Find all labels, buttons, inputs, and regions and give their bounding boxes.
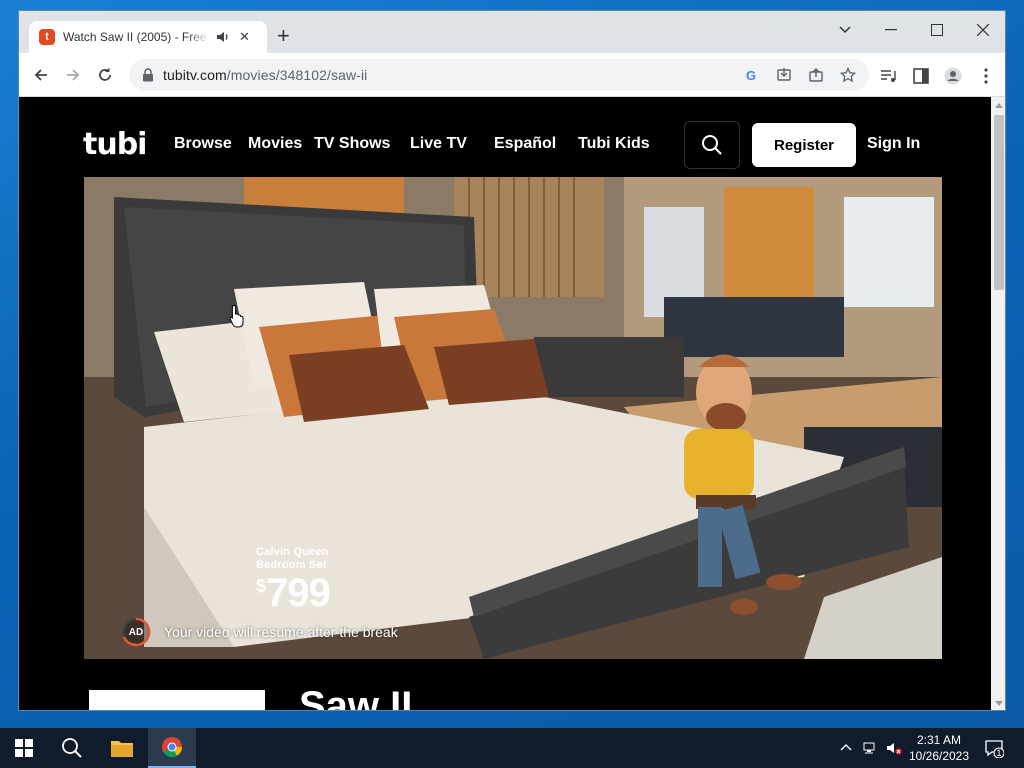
- clock-date: 10/26/2023: [908, 749, 970, 763]
- scroll-thumb[interactable]: [994, 115, 1004, 290]
- tab-search-icon[interactable]: [822, 15, 868, 45]
- nav-tubi-kids[interactable]: Tubi Kids: [578, 135, 650, 153]
- movie-poster[interactable]: [89, 690, 265, 710]
- google-translate-icon[interactable]: G: [744, 67, 760, 83]
- share-icon[interactable]: [808, 67, 824, 83]
- nav-tv-shows[interactable]: TV Shows: [314, 135, 390, 153]
- tubi-logo[interactable]: tubi: [83, 127, 147, 162]
- windows-logo-icon: [15, 739, 33, 757]
- nav-espanol[interactable]: Español: [494, 135, 556, 153]
- register-button[interactable]: Register: [752, 123, 856, 167]
- volume-muted-icon[interactable]: [886, 740, 902, 756]
- nav-movies[interactable]: Movies: [248, 135, 302, 153]
- tubi-page: tubi Browse Movies TV Shows Live TV Espa…: [19, 97, 991, 711]
- more-menu-icon[interactable]: [977, 67, 995, 85]
- browser-tab[interactable]: t Watch Saw II (2005) - Free M ✕: [29, 21, 267, 53]
- windows-taskbar: 2:31 AM 10/26/2023 1: [0, 728, 1024, 768]
- tab-strip: t Watch Saw II (2005) - Free M ✕ +: [19, 11, 1005, 53]
- side-panel-icon[interactable]: [912, 67, 930, 85]
- search-icon: [702, 135, 722, 155]
- forward-icon[interactable]: [61, 63, 85, 87]
- tab-close-icon[interactable]: ✕: [239, 29, 250, 45]
- ad-badge-label: AD: [128, 626, 144, 638]
- ad-caption: Calvin Queen Bedroom Set $ 799: [256, 546, 331, 615]
- tubi-favicon-icon: t: [39, 29, 55, 45]
- chrome-taskbar-button[interactable]: [148, 728, 196, 768]
- browser-window: t Watch Saw II (2005) - Free M ✕ + tubit…: [18, 10, 1006, 711]
- ad-product-line-2: Bedroom Set: [256, 559, 327, 571]
- system-clock[interactable]: 2:31 AM 10/26/2023: [904, 732, 974, 764]
- back-icon[interactable]: [29, 63, 53, 87]
- start-button[interactable]: [0, 728, 48, 768]
- page-scrollbar[interactable]: [991, 97, 1005, 710]
- tab-title: Watch Saw II (2005) - Free M: [63, 30, 209, 44]
- ad-product-line-1: Calvin Queen: [256, 546, 329, 558]
- ad-video-frame: [84, 177, 942, 659]
- profile-avatar-icon[interactable]: [944, 67, 962, 85]
- nav-browse[interactable]: Browse: [174, 135, 232, 153]
- tray-chevron-up-icon[interactable]: [838, 740, 854, 756]
- maximize-icon[interactable]: [914, 15, 960, 45]
- notification-count: 1: [996, 748, 1002, 758]
- sign-in-link[interactable]: Sign In: [867, 135, 920, 153]
- search-button[interactable]: [684, 121, 740, 169]
- install-icon[interactable]: [776, 67, 792, 83]
- close-window-icon[interactable]: [960, 15, 1005, 45]
- ad-price: $ 799: [256, 571, 331, 615]
- chrome-icon: [162, 737, 183, 758]
- taskbar-search-button[interactable]: [48, 728, 96, 768]
- ad-resume-message: Your video will resume after the break: [164, 624, 398, 640]
- network-icon[interactable]: [862, 740, 878, 756]
- clock-time: 2:31 AM: [916, 733, 962, 747]
- folder-icon: [111, 741, 133, 757]
- ad-countdown-badge: AD: [121, 617, 151, 647]
- new-tab-icon[interactable]: +: [277, 25, 290, 47]
- url-text: tubitv.com/movies/348102/saw-ii: [163, 67, 368, 83]
- svg-text:G: G: [746, 68, 756, 83]
- minimize-icon[interactable]: [868, 15, 914, 45]
- hand-cursor-icon: [229, 304, 244, 328]
- scroll-down-arrow[interactable]: [995, 701, 1003, 706]
- ad-price-currency: $: [256, 576, 267, 596]
- speaker-icon[interactable]: [215, 29, 231, 45]
- taskbar-search-icon: [62, 738, 82, 758]
- ad-price-amount: 799: [266, 571, 331, 615]
- reload-icon[interactable]: [93, 63, 117, 87]
- video-player[interactable]: Calvin Queen Bedroom Set $ 799 AD Your v…: [84, 177, 942, 659]
- media-controls-icon[interactable]: [879, 67, 897, 85]
- scroll-up-arrow[interactable]: [995, 103, 1003, 108]
- nav-live-tv[interactable]: Live TV: [410, 135, 467, 153]
- movie-title: Saw II: [299, 684, 413, 711]
- bookmark-star-icon[interactable]: [840, 67, 856, 83]
- lock-icon[interactable]: [142, 68, 154, 82]
- browser-toolbar: tubitv.com/movies/348102/saw-ii G: [19, 53, 1005, 97]
- address-bar[interactable]: tubitv.com/movies/348102/saw-ii G: [129, 59, 869, 91]
- file-explorer-button[interactable]: [98, 728, 146, 768]
- notifications-button[interactable]: 1: [984, 738, 1006, 760]
